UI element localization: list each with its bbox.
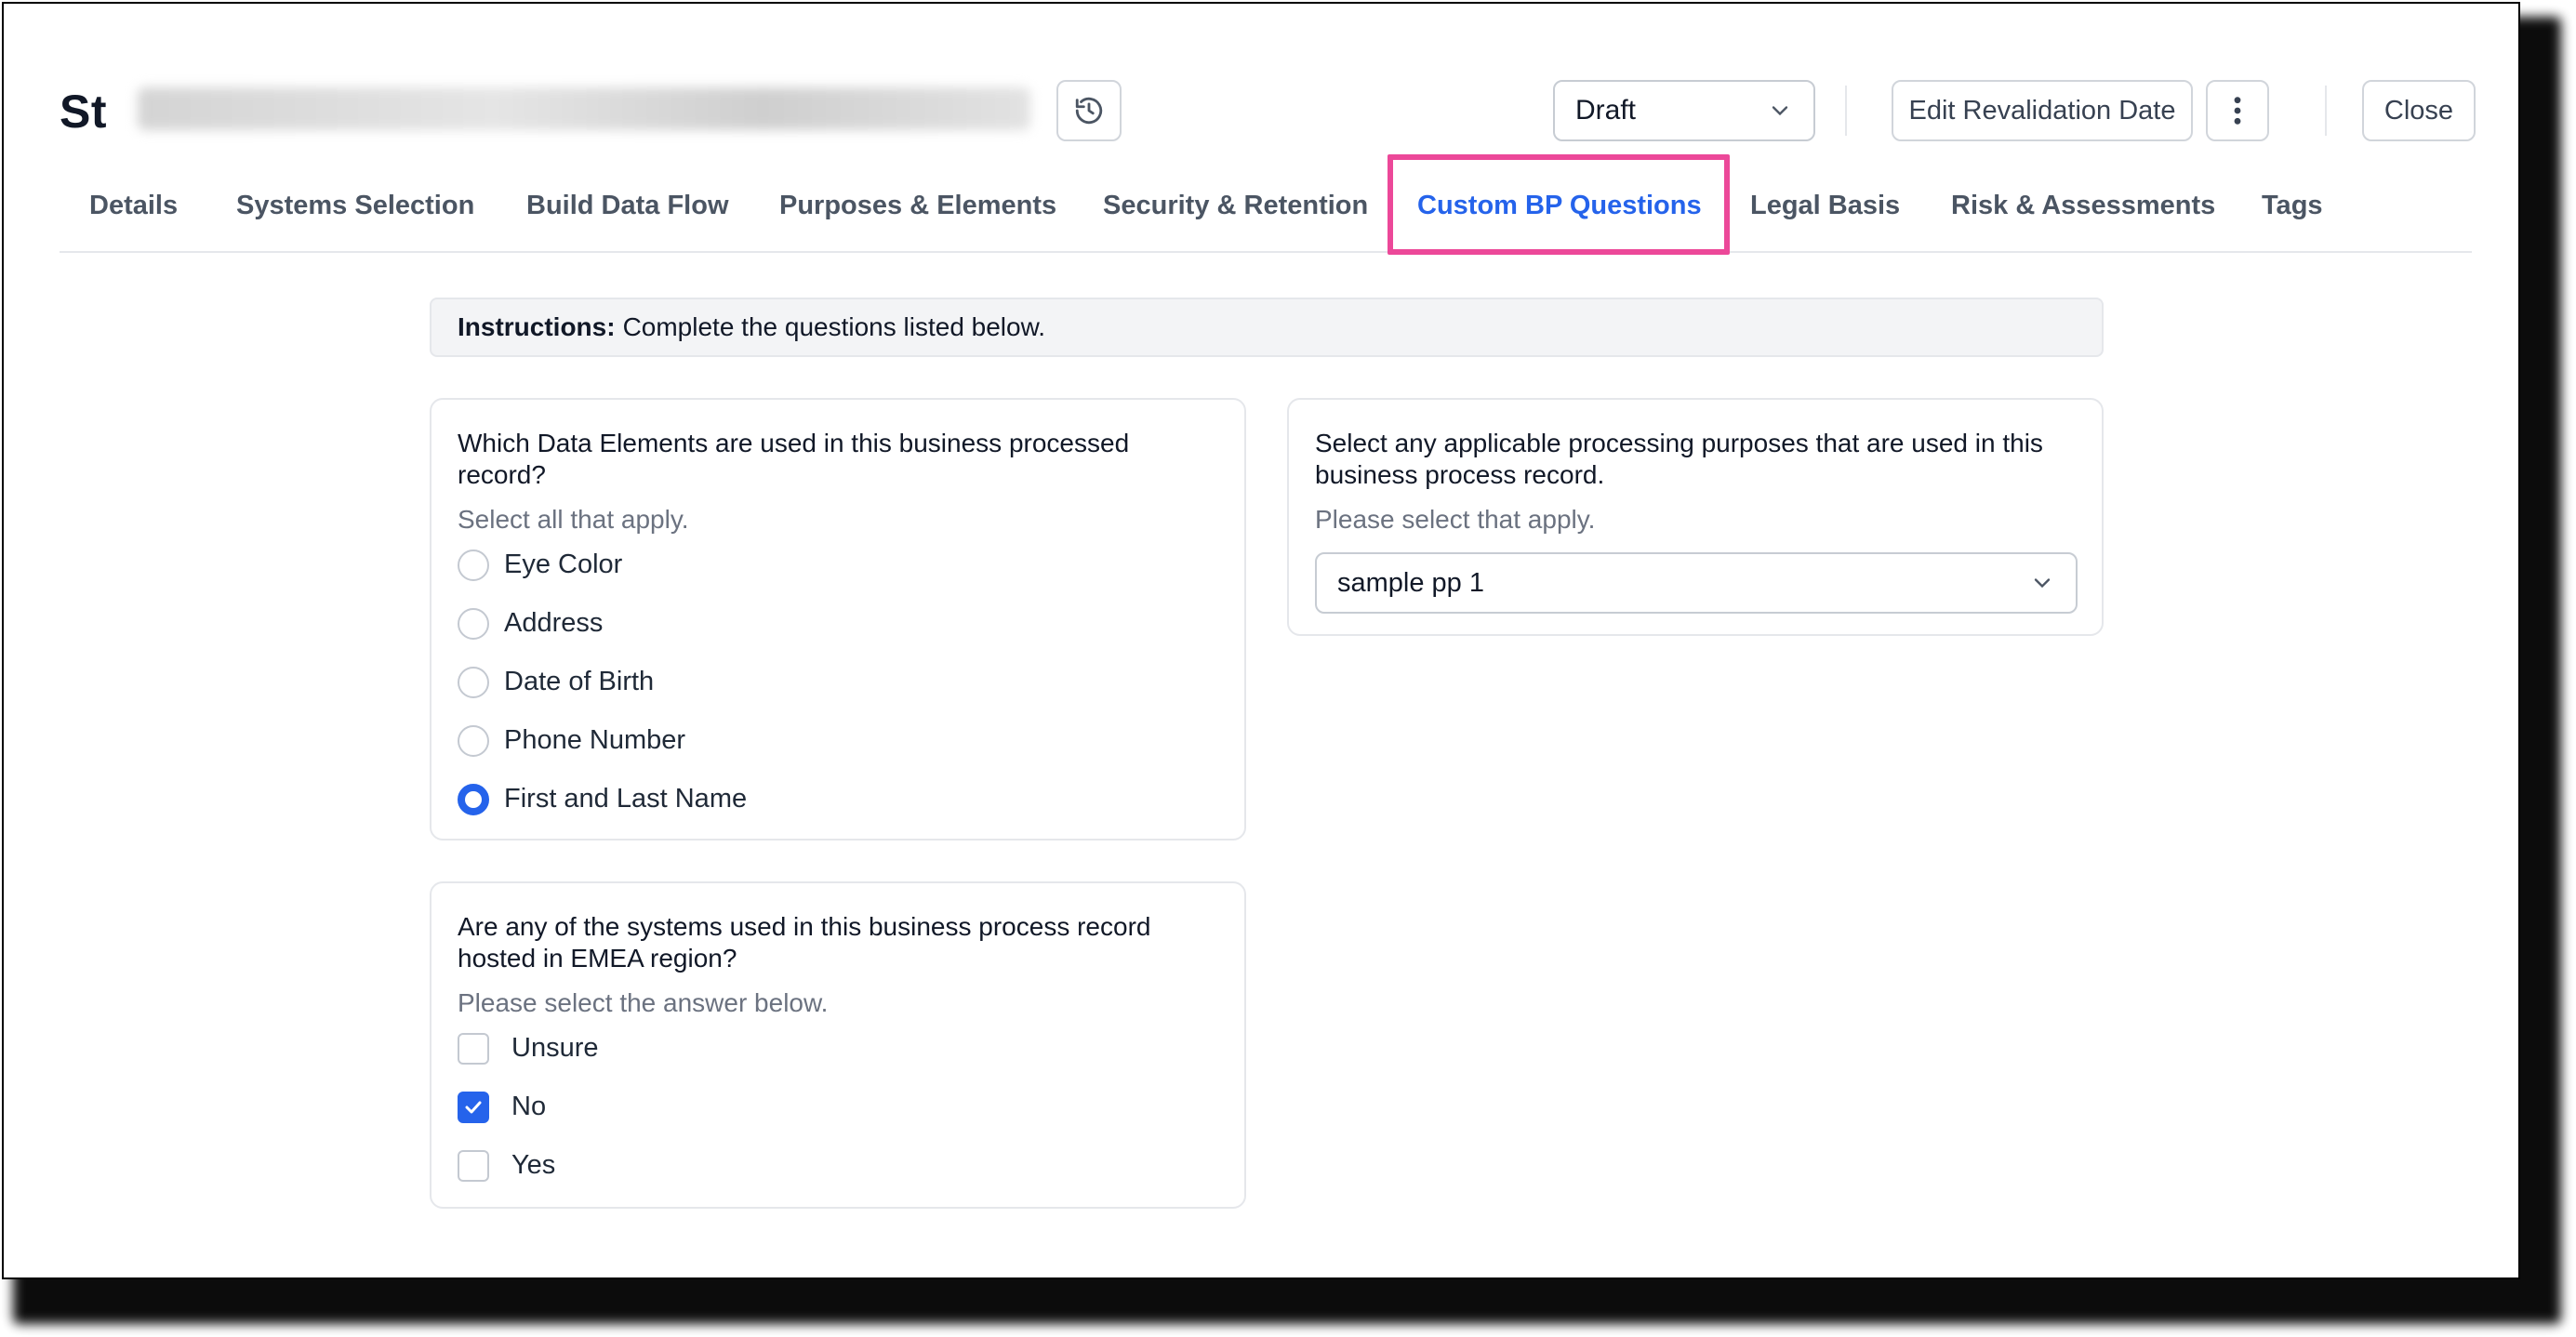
instructions-text: Complete the questions listed below. xyxy=(622,312,1046,341)
option-no[interactable]: No xyxy=(458,1078,1218,1136)
option-address[interactable]: Address xyxy=(458,594,1218,653)
question-hint: Please select that apply. xyxy=(1315,505,1596,534)
header-divider xyxy=(1845,86,1847,136)
option-label: Yes xyxy=(511,1150,556,1180)
option-phone-number[interactable]: Phone Number xyxy=(458,711,1218,770)
question-hint: Please select the answer below. xyxy=(458,988,829,1017)
redacted-title-blur xyxy=(138,87,1030,130)
option-date-of-birth[interactable]: Date of Birth xyxy=(458,653,1218,711)
tab-legal-basis[interactable]: Legal Basis xyxy=(1750,160,1900,251)
page-title: St xyxy=(60,86,107,138)
question-hint: Select all that apply. xyxy=(458,505,689,534)
radio-button[interactable] xyxy=(458,724,489,757)
option-label: Date of Birth xyxy=(504,667,655,696)
checkbox-checked[interactable] xyxy=(458,1091,489,1123)
active-tab-highlight xyxy=(1388,154,1730,255)
chevron-down-icon xyxy=(1772,106,1788,116)
option-label: No xyxy=(511,1092,547,1121)
option-yes[interactable]: Yes xyxy=(458,1136,1218,1195)
question-text: Which Data Elements are used in this bus… xyxy=(458,429,1130,489)
history-button[interactable] xyxy=(1056,80,1122,141)
instructions-banner: Instructions: Complete the questions lis… xyxy=(430,298,2104,357)
radio-button[interactable] xyxy=(458,549,489,581)
more-options-button[interactable] xyxy=(2206,80,2269,141)
processing-purpose-value: sample pp 1 xyxy=(1337,567,1484,598)
tab-security-retention[interactable]: Security & Retention xyxy=(1103,160,1368,251)
tab-risk-assessments[interactable]: Risk & Assessments xyxy=(1951,160,2215,251)
edit-revalidation-date-button[interactable]: Edit Revalidation Date xyxy=(1892,80,2193,141)
question-text: Are any of the systems used in this busi… xyxy=(458,912,1151,973)
checkbox[interactable] xyxy=(458,1032,489,1065)
option-unsure[interactable]: Unsure xyxy=(458,1019,1218,1078)
title-area: St xyxy=(60,78,1030,145)
question-card-processing-purposes: Select any applicable processing purpose… xyxy=(1287,398,2104,636)
instructions-label: Instructions: xyxy=(458,312,616,341)
option-label: First and Last Name xyxy=(504,784,748,814)
tab-build-data-flow[interactable]: Build Data Flow xyxy=(526,160,729,251)
record-window: St Draft Edit Revalidation Date Close De… xyxy=(2,2,2520,1279)
option-label: Address xyxy=(504,608,604,638)
tab-bar: Details Systems Selection Build Data Flo… xyxy=(60,154,2472,255)
radio-button[interactable] xyxy=(458,666,489,698)
status-select[interactable]: Draft xyxy=(1553,80,1815,141)
tab-purposes-elements[interactable]: Purposes & Elements xyxy=(779,160,1056,251)
radio-button-selected[interactable] xyxy=(458,783,489,815)
header-divider-2 xyxy=(2325,86,2327,136)
option-eye-color[interactable]: Eye Color xyxy=(458,536,1218,594)
tab-systems-selection[interactable]: Systems Selection xyxy=(236,160,474,251)
processing-purpose-select[interactable]: sample pp 1 xyxy=(1315,552,2078,614)
checkmark-icon xyxy=(465,1101,482,1113)
question-text: Select any applicable processing purpose… xyxy=(1315,429,2043,489)
question-card-emea-hosting: Are any of the systems used in this busi… xyxy=(430,881,1246,1209)
radio-button[interactable] xyxy=(458,607,489,640)
close-button[interactable]: Close xyxy=(2362,80,2476,141)
history-icon xyxy=(1075,97,1103,125)
option-label: Phone Number xyxy=(504,725,686,755)
status-select-value: Draft xyxy=(1575,95,1637,126)
option-label: Eye Color xyxy=(504,549,623,579)
option-label: Unsure xyxy=(511,1033,599,1063)
question-card-data-elements: Which Data Elements are used in this bus… xyxy=(430,398,1246,841)
chevron-down-icon xyxy=(2034,578,2051,589)
option-first-and-last-name[interactable]: First and Last Name xyxy=(458,770,1218,828)
tab-details[interactable]: Details xyxy=(89,160,178,251)
checkbox[interactable] xyxy=(458,1149,489,1182)
record-header: St Draft Edit Revalidation Date Close xyxy=(60,78,2476,145)
kebab-menu-icon xyxy=(2234,97,2241,125)
tab-tags[interactable]: Tags xyxy=(2262,160,2323,251)
